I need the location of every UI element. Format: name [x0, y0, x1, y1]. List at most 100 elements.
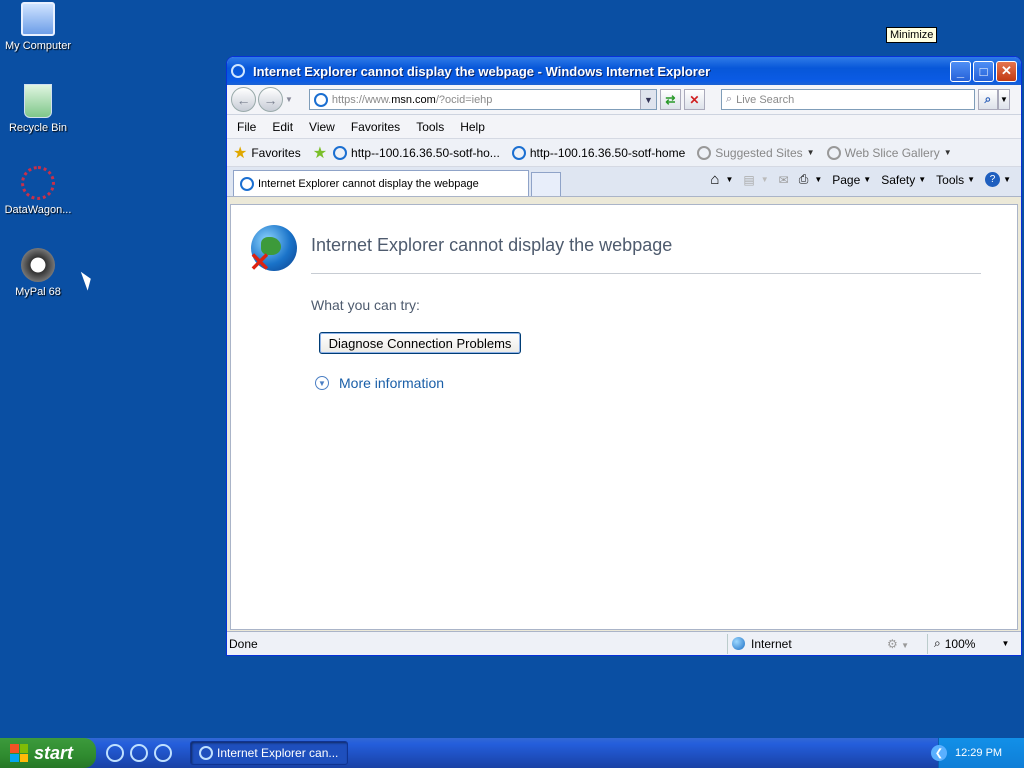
search-input[interactable]: ⌕ Live Search [720, 89, 975, 110]
menu-edit[interactable]: Edit [272, 120, 293, 134]
zoom-icon: ⌕ [934, 636, 941, 650]
error-globe-icon: ✕ [249, 225, 297, 275]
favorites-button[interactable]: ★ Favorites [233, 143, 301, 163]
page-content: ✕ Internet Explorer cannot display the w… [230, 204, 1018, 630]
quick-launch [106, 744, 172, 762]
search-icon: ⌕ [725, 93, 733, 105]
desktop-icon-label: Recycle Bin [8, 122, 68, 134]
address-suffix: /?ocid=iehp [435, 93, 493, 106]
help-button[interactable]: ? ▼ [985, 172, 1011, 187]
menu-view[interactable]: View [309, 120, 335, 134]
forward-button[interactable]: → [258, 87, 283, 112]
show-hidden-icons-button[interactable]: ❮ [931, 745, 947, 761]
menu-help[interactable]: Help [460, 120, 485, 134]
mail-icon: ✉ [778, 172, 789, 187]
printer-icon: ⎙ [798, 172, 809, 186]
close-button[interactable]: ✕ [996, 60, 1017, 82]
home-icon: ⌂ [710, 171, 720, 188]
back-button[interactable]: ← [231, 87, 256, 112]
suggested-sites-label: Suggested Sites [715, 145, 803, 160]
recycle-bin-icon [24, 84, 52, 118]
ie-page-icon [511, 145, 526, 160]
tab-current[interactable]: Internet Explorer cannot display the web… [233, 170, 529, 196]
new-tab-button[interactable] [531, 172, 561, 196]
desktop-icon-label: DataWagon... [4, 204, 72, 216]
security-zone[interactable]: Internet [727, 633, 792, 654]
error-heading: Internet Explorer cannot display the web… [311, 235, 673, 255]
title-bar[interactable]: Internet Explorer cannot display the web… [227, 57, 1021, 85]
system-tray: ❮ 12:29 PM [931, 738, 1024, 768]
recent-pages-dropdown-icon[interactable]: ▼ [285, 95, 293, 104]
more-information-link[interactable]: ▼ More information [315, 375, 444, 391]
computer-icon [21, 2, 55, 36]
favorite-link-2[interactable]: http--100.16.36.50-sotf-home [511, 145, 686, 160]
minimize-tooltip: Minimize [886, 27, 938, 43]
home-button[interactable]: ⌂ ▼ [710, 171, 733, 188]
favorite-link-label: http--100.16.36.50-sotf-home [529, 145, 686, 160]
refresh-button[interactable]: ⇄ [659, 89, 681, 110]
desktop-icon-recycle-bin[interactable]: Recycle Bin [0, 84, 76, 134]
stop-button[interactable]: ✕ [683, 89, 705, 110]
add-favorites-icon[interactable]: ★ [313, 143, 327, 163]
outlook-quicklaunch-icon[interactable] [130, 744, 148, 762]
read-mail-button[interactable]: ✉ [779, 173, 789, 187]
navigation-bar: ← → ▼ https://www. msn.com/?ocid=iehp ▼ ⇄… [227, 85, 1021, 115]
safety-menu-label: Safety [881, 172, 916, 187]
chevron-down-icon: ▼ [943, 148, 952, 157]
diagnose-connection-button[interactable]: Diagnose Connection Problems [319, 332, 521, 354]
rss-icon: ▤ [743, 172, 755, 187]
search-button[interactable]: ⌕ [977, 89, 998, 110]
taskbar: start Internet Explorer can... ❮ 12:29 P… [0, 738, 1024, 768]
page-menu-button[interactable]: Page ▼ [832, 173, 871, 187]
internet-globe-icon [732, 637, 745, 650]
ie-quicklaunch-icon[interactable] [106, 744, 124, 762]
taskbar-ie-button[interactable]: Internet Explorer can... [190, 741, 348, 765]
page-menu-label: Page [832, 172, 861, 187]
menu-tools[interactable]: Tools [416, 120, 444, 134]
ie-page-icon [826, 145, 841, 160]
protected-mode-icon[interactable]: ⚙ ▼ [887, 637, 909, 651]
menu-favorites[interactable]: Favorites [351, 120, 400, 134]
taskbar-ie-label: Internet Explorer can... [217, 746, 339, 760]
favorite-link-1[interactable]: http--100.16.36.50-sotf-ho... [333, 145, 500, 160]
tab-label: Internet Explorer cannot display the web… [258, 177, 479, 190]
address-bar[interactable]: https://www. msn.com/?ocid=iehp ▼ [308, 89, 657, 110]
desktop-icon-my-computer[interactable]: My Computer [0, 2, 76, 52]
command-bar: ⌂ ▼ ▤ ▼ ✉ ⎙ ▼ Page ▼ Safety ▼ Tools ▼ ? ▼ [700, 171, 1011, 188]
address-prefix: https://www. [331, 93, 392, 106]
suggested-sites-button[interactable]: Suggested Sites ▼ [697, 145, 815, 160]
print-button[interactable]: ⎙ ▼ [799, 172, 823, 187]
divider [311, 273, 981, 274]
search-options-button[interactable]: ▼ [997, 89, 1010, 110]
web-slice-gallery-button[interactable]: Web Slice Gallery ▼ [826, 145, 952, 160]
media-player-quicklaunch-icon[interactable] [154, 744, 172, 762]
menu-file[interactable]: File [237, 120, 256, 134]
desktop-icon-mypal[interactable]: MyPal 68 [0, 248, 76, 298]
zoom-button[interactable]: ⌕ 100% ▼ [927, 633, 1009, 654]
windows-logo-icon [10, 744, 28, 762]
tools-menu-label: Tools [936, 172, 965, 187]
start-label: start [34, 742, 74, 763]
datawagon-icon [21, 166, 55, 200]
desktop-icon-datawagon[interactable]: DataWagon... [0, 166, 76, 216]
chevron-down-icon: ▼ [806, 148, 815, 157]
ie-logo-icon [199, 746, 213, 760]
minimize-button[interactable]: _ [950, 60, 971, 82]
page-icon [313, 92, 328, 107]
maximize-button[interactable]: □ [973, 60, 994, 82]
status-text: Done [229, 636, 258, 651]
tools-menu-button[interactable]: Tools ▼ [936, 173, 975, 187]
feeds-button[interactable]: ▤ ▼ [743, 173, 768, 187]
favorites-bar: ★ Favorites ★ http--100.16.36.50-sotf-ho… [227, 139, 1021, 167]
favorites-label: Favorites [251, 145, 301, 160]
ie-page-icon [240, 176, 254, 191]
safety-menu-button[interactable]: Safety ▼ [881, 173, 926, 187]
help-icon: ? [985, 172, 1001, 187]
zoom-level: 100% [944, 636, 976, 651]
tab-bar: Internet Explorer cannot display the web… [227, 167, 1021, 197]
ie-page-icon [697, 145, 712, 160]
start-button[interactable]: start [0, 738, 96, 768]
clock[interactable]: 12:29 PM [955, 747, 1002, 759]
address-dropdown-button[interactable]: ▼ [639, 90, 656, 109]
web-slice-gallery-label: Web Slice Gallery [844, 145, 940, 160]
